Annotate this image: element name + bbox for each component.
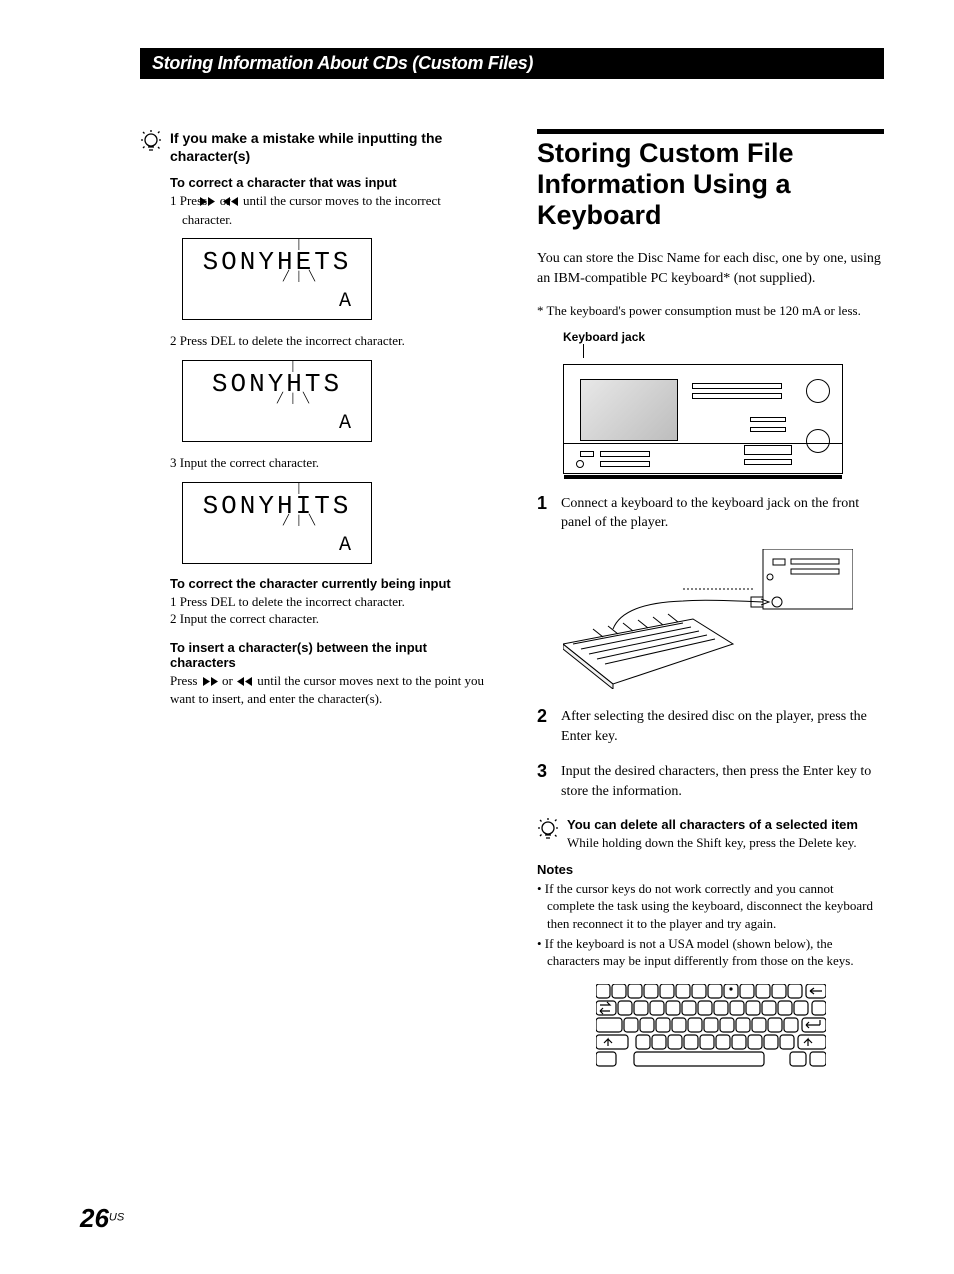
cursor-top-3: │ bbox=[296, 485, 302, 495]
cursor-bot-2c: ╲ bbox=[303, 395, 309, 405]
next-track-icon bbox=[236, 673, 254, 691]
sub2-step2: 2 Input the correct character. bbox=[182, 610, 487, 628]
page-number: 26US bbox=[80, 1203, 124, 1234]
prev-track-icon bbox=[201, 673, 219, 691]
sub2-step1: 1 Press DEL to delete the incorrect char… bbox=[182, 593, 487, 611]
step-num-2: 2 bbox=[537, 707, 547, 746]
cursor-bot-1b: │ bbox=[296, 273, 302, 283]
cursor-bot-2b: │ bbox=[290, 395, 296, 405]
tip2-title: You can delete all characters of a selec… bbox=[567, 817, 858, 834]
keyboard-connect-diagram bbox=[563, 549, 853, 689]
lcd-sub-3: A bbox=[339, 534, 351, 557]
right-heading: Storing Custom File Information Using a … bbox=[537, 129, 884, 231]
cursor-bot-1a: ╱ bbox=[283, 273, 289, 283]
subhead-correct-current: To correct the character currently being… bbox=[170, 576, 487, 591]
lcd-display-1: SONYHETS │ ╱ │ ╲ A bbox=[182, 238, 372, 320]
cursor-bot-3b: │ bbox=[296, 517, 302, 527]
left-step2: 2 Press DEL to delete the incorrect char… bbox=[182, 332, 487, 350]
cursor-bot-3c: ╲ bbox=[309, 517, 315, 527]
note-1: • If the cursor keys do not work correct… bbox=[547, 880, 884, 933]
step-2-text: After selecting the desired disc on the … bbox=[561, 707, 884, 746]
tip-bulb-icon bbox=[140, 129, 162, 157]
subhead-correct-input: To correct a character that was input bbox=[170, 175, 487, 190]
cursor-bot-3a: ╱ bbox=[283, 517, 289, 527]
right-footnote: * The keyboard's power consumption must … bbox=[537, 302, 884, 320]
right-intro: You can store the Disc Name for each dis… bbox=[537, 249, 884, 288]
step-3-text: Input the desired characters, then press… bbox=[561, 762, 884, 801]
keyboard-jack-label: Keyboard jack bbox=[563, 330, 884, 344]
cursor-top-1: │ bbox=[296, 241, 302, 251]
lcd-text-1: SONYHETS bbox=[203, 247, 352, 277]
lcd-sub-2: A bbox=[339, 412, 351, 435]
lcd-display-2: SONYHTS │ ╱ │ ╲ A bbox=[182, 360, 372, 442]
lcd-sub-1: A bbox=[339, 290, 351, 313]
left-step3: 3 Input the correct character. bbox=[182, 454, 487, 472]
tip-bulb-icon bbox=[537, 817, 559, 845]
cursor-bot-2a: ╱ bbox=[277, 395, 283, 405]
notes-heading: Notes bbox=[537, 862, 884, 877]
step-num-1: 1 bbox=[537, 494, 547, 533]
left-column: If you make a mistake while inputting th… bbox=[140, 129, 487, 1080]
step-1-text: Connect a keyboard to the keyboard jack … bbox=[561, 494, 884, 533]
lcd-display-3: SONYHITS │ ╱ │ ╲ A bbox=[182, 482, 372, 564]
lcd-text-3: SONYHITS bbox=[203, 491, 352, 521]
sub3-body: Press or until the cursor moves next to … bbox=[170, 672, 487, 708]
section-header-bar: Storing Information About CDs (Custom Fi… bbox=[140, 48, 884, 79]
player-front-diagram bbox=[563, 364, 843, 474]
left-step1: 1 Press or until the cursor moves to the… bbox=[182, 192, 487, 228]
note-2: • If the keyboard is not a USA model (sh… bbox=[547, 935, 884, 970]
tip2-body: While holding down the Shift key, press … bbox=[567, 834, 858, 852]
subhead-insert: To insert a character(s) between the inp… bbox=[170, 640, 487, 670]
right-column: Storing Custom File Information Using a … bbox=[537, 129, 884, 1080]
tip-title: If you make a mistake while inputting th… bbox=[170, 129, 487, 165]
cursor-top-2: │ bbox=[290, 363, 296, 373]
usa-keyboard-layout-icon bbox=[596, 984, 826, 1080]
step-num-3: 3 bbox=[537, 762, 547, 801]
cursor-bot-1c: ╲ bbox=[309, 273, 315, 283]
